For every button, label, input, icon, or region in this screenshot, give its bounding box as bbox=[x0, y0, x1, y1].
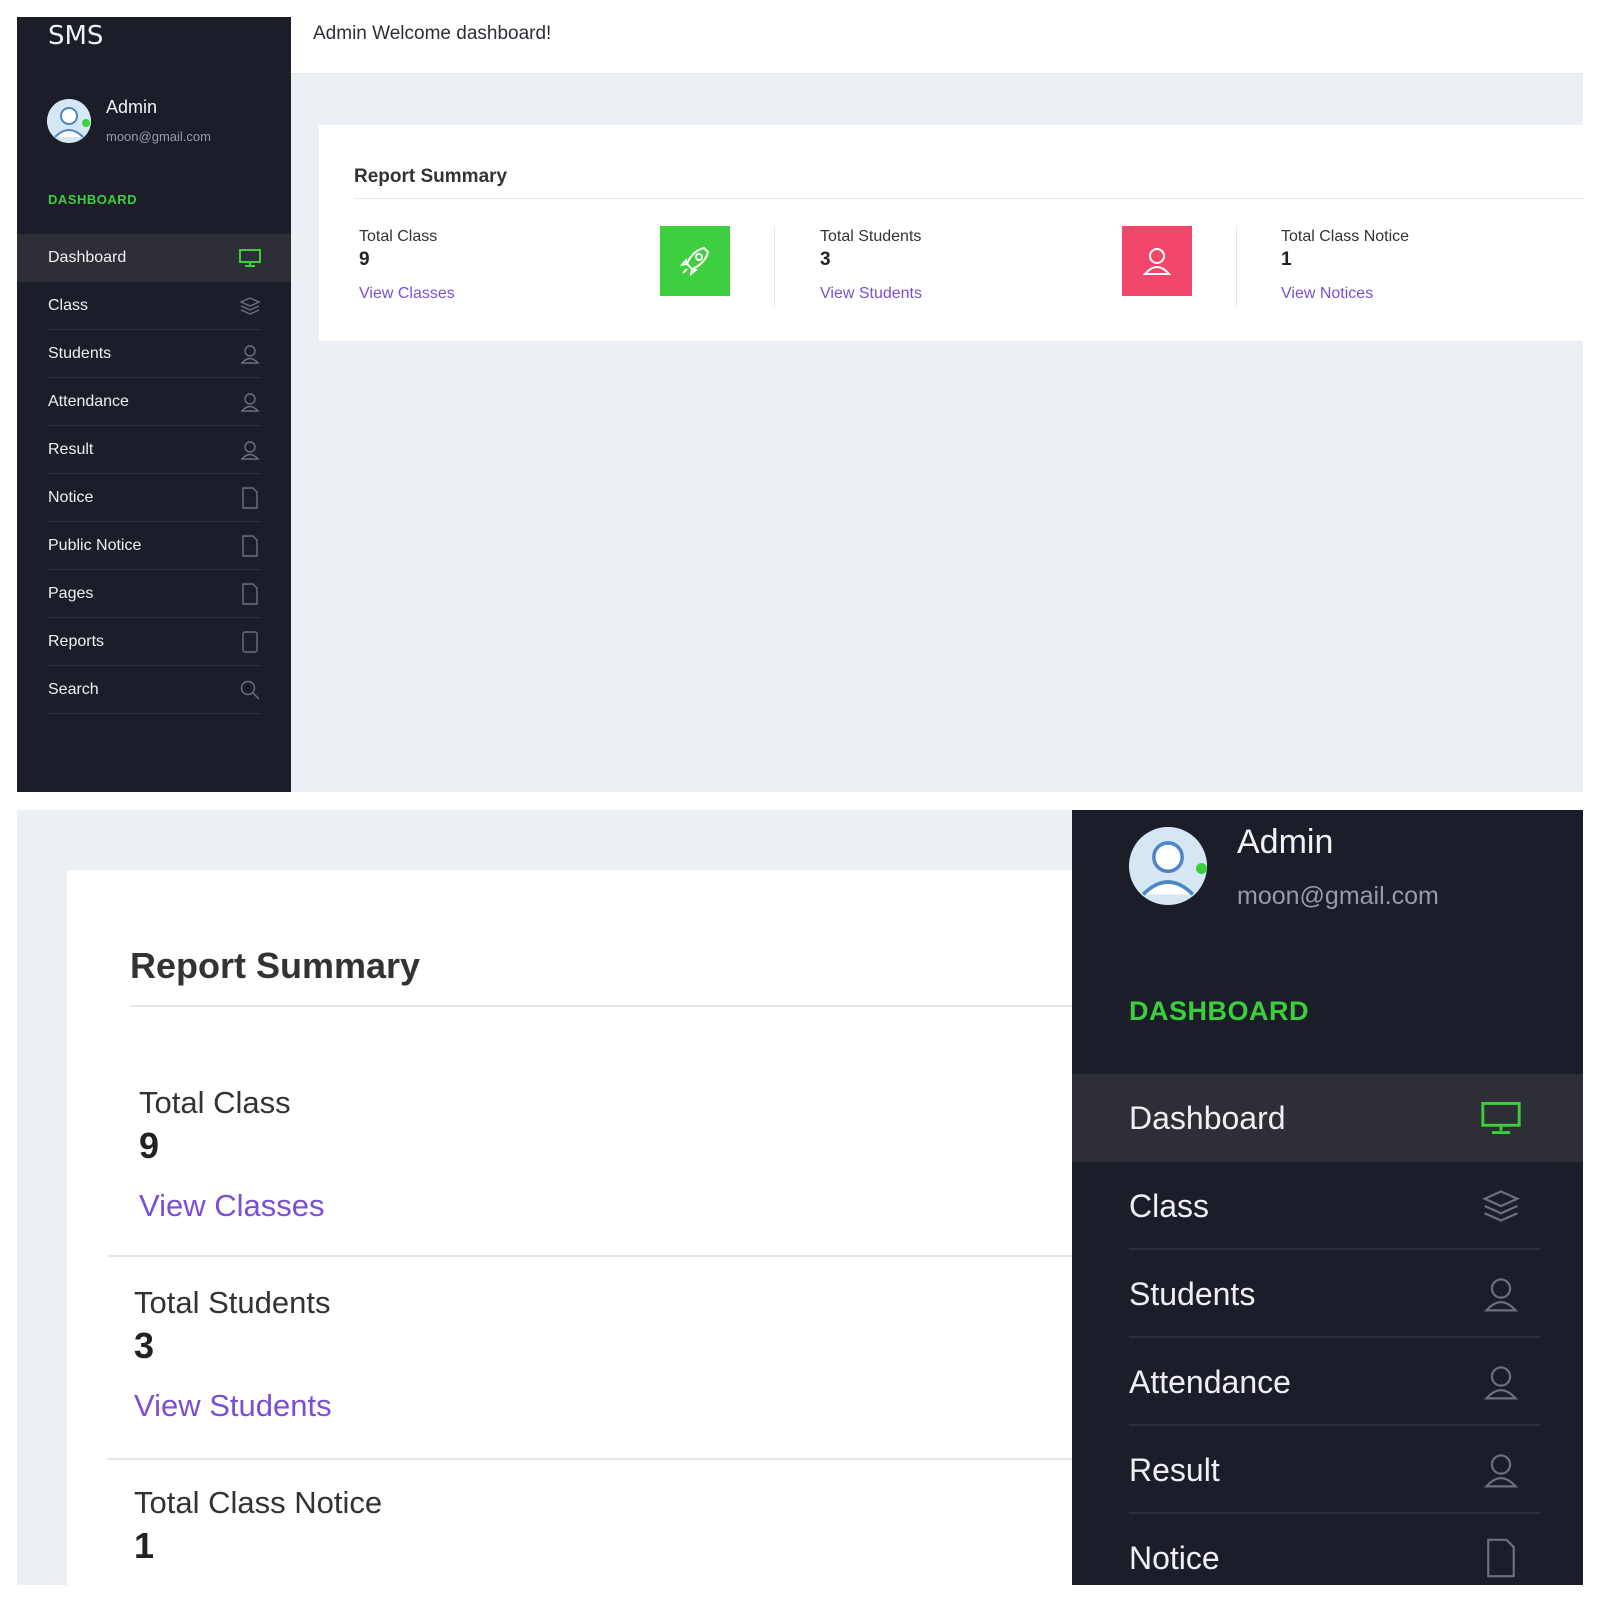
divider bbox=[354, 198, 1583, 199]
sidebar-item-label: Attendance bbox=[1129, 1363, 1291, 1400]
stat-tile-total-students bbox=[1122, 226, 1192, 296]
sidebar: Admin moon@gmail.com DASHBOARD Dashboard… bbox=[1072, 810, 1583, 1585]
sidebar-item-notice[interactable]: Notice bbox=[17, 474, 291, 522]
dashboard-screenshot-zoomed: Report Summary Total Class 9 View Classe… bbox=[17, 810, 1583, 1585]
rocket-icon bbox=[679, 246, 710, 277]
sidebar-item-result[interactable]: Result bbox=[1072, 1426, 1583, 1514]
sidebar-item-class[interactable]: Class bbox=[17, 282, 291, 330]
file-icon bbox=[239, 583, 261, 605]
sidebar-nav: Dashboard Class Students Attendance Resu… bbox=[17, 234, 291, 714]
sidebar: SMS Admin moon@gmail.com DASHBOARD Dashb… bbox=[17, 17, 291, 792]
sidebar-item-dashboard[interactable]: Dashboard bbox=[17, 234, 291, 282]
sidebar-item-students[interactable]: Students bbox=[1072, 1250, 1583, 1338]
layers-icon bbox=[1480, 1185, 1522, 1227]
sidebar-item-label: Students bbox=[1129, 1275, 1256, 1312]
user-icon bbox=[239, 391, 261, 413]
report-summary-title: Report Summary bbox=[354, 166, 508, 187]
user-icon bbox=[1142, 248, 1172, 275]
divider bbox=[107, 1458, 1072, 1460]
monitor-icon bbox=[239, 247, 261, 269]
sidebar-item-pages[interactable]: Pages bbox=[17, 570, 291, 618]
view-students-link[interactable]: View Students bbox=[134, 1388, 332, 1424]
stat-value-total-class: 9 bbox=[359, 249, 370, 270]
stat-value-total-class: 9 bbox=[139, 1125, 160, 1166]
stat-label-total-class-notice: Total Class Notice bbox=[1281, 228, 1410, 245]
stat-value-total-class-notice: 1 bbox=[134, 1525, 155, 1566]
user-email: moon@gmail.com bbox=[106, 129, 211, 144]
view-classes-link[interactable]: View Classes bbox=[139, 1188, 325, 1224]
brand-logo[interactable]: SMS bbox=[48, 21, 103, 51]
user-icon bbox=[1480, 1449, 1522, 1491]
view-students-link[interactable]: View Students bbox=[820, 285, 922, 303]
stat-tile-total-class bbox=[660, 226, 730, 296]
layers-icon bbox=[239, 295, 261, 317]
sidebar-item-label: Reports bbox=[48, 633, 105, 650]
user-name: Admin bbox=[1237, 823, 1334, 861]
online-status-dot bbox=[1196, 863, 1207, 874]
sidebar-item-label: Public Notice bbox=[48, 537, 142, 554]
stat-label-total-students: Total Students bbox=[134, 1285, 331, 1320]
sidebar-item-label: Search bbox=[48, 681, 99, 698]
sidebar-item-label: Result bbox=[48, 441, 94, 458]
sidebar-item-attendance[interactable]: Attendance bbox=[1072, 1338, 1583, 1426]
user-icon bbox=[239, 343, 261, 365]
sidebar-item-label: Class bbox=[1129, 1187, 1210, 1224]
report-summary-title: Report Summary bbox=[130, 945, 421, 986]
sidebar-item-label: Result bbox=[1129, 1451, 1220, 1488]
stat-label-total-students: Total Students bbox=[820, 228, 922, 245]
welcome-text: Admin Welcome dashboard! bbox=[313, 23, 552, 44]
sidebar-item-students[interactable]: Students bbox=[17, 330, 291, 378]
user-icon bbox=[1480, 1273, 1522, 1315]
sidebar-section-label: DASHBOARD bbox=[1129, 996, 1309, 1026]
sidebar-item-label: Dashboard bbox=[1129, 1099, 1286, 1136]
monitor-icon bbox=[1480, 1097, 1522, 1139]
sidebar-item-label: Students bbox=[48, 345, 112, 362]
user-icon bbox=[239, 439, 261, 461]
user-icon bbox=[1480, 1361, 1522, 1403]
sidebar-item-search[interactable]: Search bbox=[17, 666, 291, 714]
sidebar-item-label: Dashboard bbox=[48, 249, 127, 266]
sidebar-item-label: Notice bbox=[1129, 1539, 1220, 1576]
sidebar-item-notice[interactable]: Notice bbox=[1072, 1514, 1583, 1585]
avatar[interactable] bbox=[1129, 827, 1207, 905]
sidebar-item-dashboard[interactable]: Dashboard bbox=[1072, 1074, 1583, 1162]
stat-value-total-students: 3 bbox=[820, 249, 831, 270]
dashboard-screenshot-full: SMS Admin moon@gmail.com DASHBOARD Dashb… bbox=[17, 17, 1583, 792]
sidebar-item-label: Pages bbox=[48, 585, 94, 602]
file-icon bbox=[1480, 1537, 1522, 1579]
stat-label-total-class: Total Class bbox=[359, 228, 438, 245]
divider bbox=[774, 226, 775, 306]
sidebar-item-public-notice[interactable]: Public Notice bbox=[17, 522, 291, 570]
file-icon bbox=[239, 535, 261, 557]
view-notices-link[interactable]: View Notices bbox=[1281, 285, 1373, 303]
tablet-icon bbox=[239, 631, 261, 653]
divider bbox=[107, 1255, 1072, 1257]
user-email: moon@gmail.com bbox=[1237, 882, 1439, 910]
avatar[interactable] bbox=[47, 99, 91, 143]
stat-label-total-class-notice: Total Class Notice bbox=[134, 1485, 383, 1520]
sidebar-item-label: Attendance bbox=[48, 393, 129, 410]
report-summary-card: Report Summary Total Class 9 View Classe… bbox=[319, 125, 1583, 341]
view-classes-link[interactable]: View Classes bbox=[359, 285, 455, 303]
sidebar-item-reports[interactable]: Reports bbox=[17, 618, 291, 666]
stat-label-total-class: Total Class bbox=[139, 1085, 291, 1120]
file-icon bbox=[239, 487, 261, 509]
search-icon bbox=[239, 679, 261, 701]
divider bbox=[130, 1005, 1072, 1007]
online-status-dot bbox=[82, 119, 90, 127]
sidebar-section-label: DASHBOARD bbox=[48, 192, 137, 207]
divider bbox=[1236, 226, 1237, 306]
sidebar-item-label: Class bbox=[48, 297, 89, 314]
sidebar-item-attendance[interactable]: Attendance bbox=[17, 378, 291, 426]
top-header: Admin Welcome dashboard! bbox=[291, 17, 1583, 74]
sidebar-item-label: Notice bbox=[48, 489, 94, 506]
sidebar-item-result[interactable]: Result bbox=[17, 426, 291, 474]
stat-value-total-students: 3 bbox=[134, 1325, 155, 1366]
sidebar-item-class[interactable]: Class bbox=[1072, 1162, 1583, 1250]
report-summary-card: Report Summary Total Class 9 View Classe… bbox=[67, 870, 1072, 1585]
user-name: Admin bbox=[106, 97, 158, 117]
stat-value-total-class-notice: 1 bbox=[1281, 249, 1292, 270]
